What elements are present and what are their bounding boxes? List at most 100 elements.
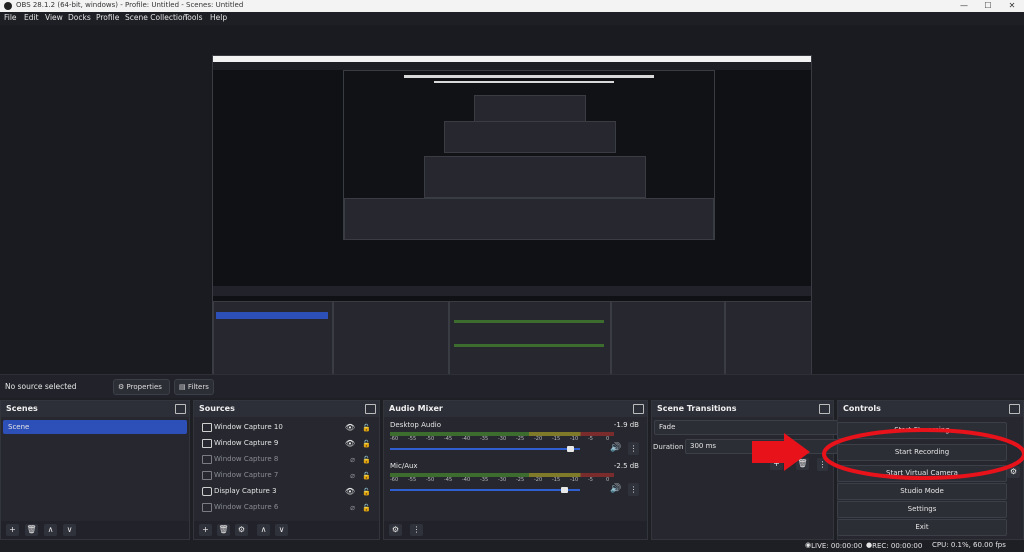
red-arrow-icon [752, 433, 810, 471]
eye-icon[interactable]: 👁 [345, 437, 355, 451]
scale-tick-label: -60 [390, 436, 399, 442]
transitions-title: Scene Transitions [657, 404, 737, 413]
menu-tools[interactable]: Tools [184, 13, 202, 22]
eye-icon[interactable]: 👁 [345, 485, 355, 499]
source-item[interactable]: Window Capture 7 ⌀ 🔓 [196, 468, 377, 482]
source-label: Window Capture 6 [214, 503, 279, 511]
scenes-title: Scenes [6, 404, 38, 413]
scale-tick-label: -55 [408, 477, 417, 483]
sources-toolbar: + 🗑 ⚙ ∧ ∨ [194, 521, 379, 539]
filters-button[interactable]: ▤ Filters [174, 379, 214, 395]
lock-icon[interactable]: 🔓 [362, 485, 371, 499]
volume-knob[interactable] [560, 487, 568, 493]
eye-hidden-icon[interactable]: ⌀ [350, 501, 355, 515]
source-item[interactable]: Window Capture 6 ⌀ 🔓 [196, 500, 377, 514]
lock-icon[interactable]: 🔓 [362, 501, 371, 515]
red-ellipse-highlight [822, 428, 1024, 480]
source-item[interactable]: Display Capture 3 👁 🔓 [196, 484, 377, 498]
settings-button[interactable]: Settings [837, 501, 1007, 518]
volume-knob[interactable] [566, 446, 574, 452]
source-item[interactable]: Window Capture 10 👁 🔓 [196, 420, 377, 434]
eye-hidden-icon[interactable]: ⌀ [350, 469, 355, 483]
annotation-overlay [752, 428, 1024, 480]
eye-icon[interactable]: 👁 [345, 421, 355, 435]
scale-tick-label: -10 [570, 436, 579, 442]
remove-source-button[interactable]: 🗑 [217, 524, 230, 536]
mixer-title: Audio Mixer [389, 404, 443, 413]
scale-tick-label: 0 [606, 477, 610, 483]
menu-view[interactable]: View [45, 13, 63, 22]
add-source-button[interactable]: + [199, 524, 212, 536]
move-down-button[interactable]: ∨ [63, 524, 76, 536]
source-item[interactable]: Window Capture 9 👁 🔓 [196, 436, 377, 450]
scale-tick-label: -5 [588, 477, 593, 483]
scale-tick-label: -30 [498, 477, 507, 483]
add-scene-button[interactable]: + [6, 524, 19, 536]
menu-bar: File Edit View Docks Profile Scene Colle… [0, 12, 1024, 25]
undock-icon[interactable] [819, 404, 830, 414]
remove-scene-button[interactable]: 🗑 [25, 524, 38, 536]
scale-tick-label: -5 [588, 436, 593, 442]
move-down-button[interactable]: ∨ [275, 524, 288, 536]
mixer-toolbar: ⚙ ⋮ [384, 521, 647, 539]
mixer-menu-button[interactable]: ⋮ [410, 524, 423, 536]
undock-icon[interactable] [365, 404, 376, 414]
window-capture-icon [202, 471, 212, 480]
scale-tick-label: -20 [534, 436, 543, 442]
menu-scene-collection[interactable]: Scene Collection [125, 13, 187, 22]
lock-icon[interactable]: 🔓 [362, 453, 371, 467]
close-button[interactable]: ✕ [1000, 0, 1024, 12]
menu-edit[interactable]: Edit [24, 13, 39, 22]
move-up-button[interactable]: ∧ [257, 524, 270, 536]
preview-canvas[interactable] [212, 55, 812, 395]
menu-profile[interactable]: Profile [96, 13, 119, 22]
menu-docks[interactable]: Docks [68, 13, 91, 22]
nested-menu-bar [213, 62, 811, 70]
exit-button[interactable]: Exit [837, 519, 1007, 536]
channel-menu-button[interactable]: ⋮ [628, 483, 639, 496]
scale-tick-label: -10 [570, 477, 579, 483]
meter-scale: -60 -55 -50 -45 -40 -35 -30 -25 -20 -15 -10 -5 0 [390, 477, 614, 485]
advanced-audio-button[interactable]: ⚙ [389, 524, 402, 536]
channel-db: -2.5 dB [613, 462, 639, 470]
speaker-icon[interactable]: 🔊 [610, 443, 621, 453]
source-item[interactable]: Window Capture 8 ⌀ 🔓 [196, 452, 377, 466]
undock-icon[interactable] [175, 404, 186, 414]
no-source-label: No source selected [5, 382, 77, 391]
channel-menu-button[interactable]: ⋮ [628, 442, 639, 455]
meter-scale: -60 -55 -50 -45 -40 -35 -30 -25 -20 -15 -10 -5 0 [390, 436, 614, 444]
lock-icon[interactable]: 🔓 [362, 469, 371, 483]
properties-label: Properties [126, 383, 162, 391]
nested-sources-dock [333, 301, 449, 385]
window-capture-icon [202, 439, 212, 448]
move-up-button[interactable]: ∧ [44, 524, 57, 536]
eye-hidden-icon[interactable]: ⌀ [350, 453, 355, 467]
studio-mode-button[interactable]: Studio Mode [837, 483, 1007, 500]
volume-slider[interactable] [390, 448, 580, 450]
menu-file[interactable]: File [4, 13, 17, 22]
obs-logo-icon [4, 2, 12, 10]
scale-tick-label: -50 [426, 477, 435, 483]
source-label: Display Capture 3 [214, 487, 277, 495]
scene-item[interactable]: Scene [3, 420, 187, 434]
source-properties-button[interactable]: ⚙ [235, 524, 248, 536]
preview-area[interactable] [0, 25, 1024, 395]
lock-icon[interactable]: 🔓 [362, 421, 371, 435]
scale-tick-label: -35 [480, 436, 489, 442]
menu-help[interactable]: Help [210, 13, 227, 22]
properties-button[interactable]: ⚙ Properties [113, 379, 170, 395]
speaker-icon[interactable]: 🔊 [610, 484, 621, 494]
undock-icon[interactable] [1009, 404, 1020, 414]
live-status: ◉ LIVE: 00:00:00 [805, 541, 863, 550]
maximize-button[interactable]: ☐ [976, 0, 1000, 12]
volume-slider[interactable] [390, 489, 580, 491]
source-label: Window Capture 8 [214, 455, 279, 463]
source-label: Window Capture 7 [214, 471, 279, 479]
scale-tick-label: -40 [462, 436, 471, 442]
minimize-button[interactable]: — [952, 0, 976, 12]
lock-icon[interactable]: 🔓 [362, 437, 371, 451]
source-label: Window Capture 9 [214, 439, 279, 447]
undock-icon[interactable] [633, 404, 644, 414]
scale-tick-label: -15 [552, 436, 561, 442]
filter-icon: ▤ [179, 383, 186, 391]
